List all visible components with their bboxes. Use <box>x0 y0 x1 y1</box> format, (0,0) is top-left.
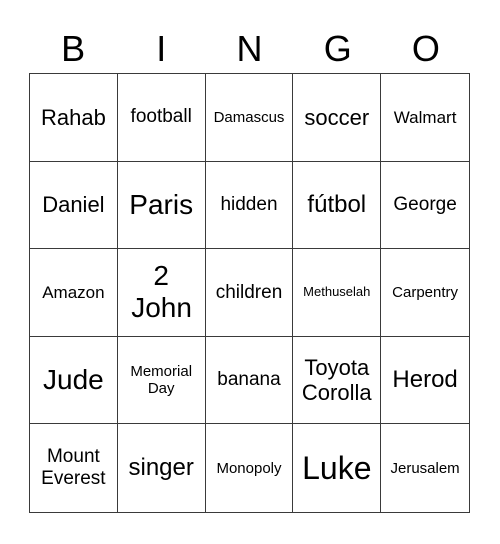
header-letter-n: N <box>236 28 263 69</box>
cell-text: Walmart <box>393 107 457 127</box>
bingo-cell[interactable]: Amazon <box>30 249 118 337</box>
cell-text: Rahab <box>40 104 106 130</box>
cell-text: Damascus <box>213 108 285 126</box>
bingo-cell[interactable]: Luke <box>293 424 382 512</box>
cell-text: Amazon <box>42 282 105 302</box>
cell-text: soccer <box>304 104 370 130</box>
bingo-cell[interactable]: Monopoly <box>206 424 294 512</box>
header-letter-g: G <box>323 28 352 69</box>
bingo-cell[interactable]: fútbol <box>293 161 382 250</box>
cell-text: Jerusalem <box>390 459 460 477</box>
bingo-cell[interactable]: banana <box>205 336 294 425</box>
bingo-cell[interactable]: Jerusalem <box>381 424 469 512</box>
cell-text: children <box>215 281 283 303</box>
bingo-cell[interactable]: Herod <box>381 337 469 425</box>
bingo-cell[interactable]: Mount Everest <box>30 424 118 512</box>
bingo-cell[interactable]: George <box>381 162 469 250</box>
bingo-cell[interactable]: soccer <box>293 74 382 162</box>
header-letter-i: I <box>156 28 167 69</box>
bingo-cell[interactable]: Damascus <box>205 74 294 162</box>
cell-text: Memorial Day <box>130 362 193 398</box>
bingo-cell[interactable]: Daniel <box>30 161 118 250</box>
cell-text: Daniel <box>42 192 105 218</box>
cell-text: Monopoly <box>216 459 282 477</box>
bingo-cell[interactable]: Carpentry <box>381 249 469 337</box>
bingo-header: B I N G O <box>29 26 470 72</box>
cell-text: Paris <box>129 188 194 220</box>
bingo-board: Rahab football Damascus soccer Walmart D… <box>29 73 470 513</box>
cell-text: football <box>130 106 192 128</box>
bingo-cell[interactable]: Rahab <box>30 74 118 162</box>
bingo-cell[interactable]: Methuselah <box>293 249 382 337</box>
cell-text: George <box>393 193 457 215</box>
bingo-cell[interactable]: singer <box>118 424 206 512</box>
bingo-cell[interactable]: Jude <box>30 336 118 425</box>
cell-text: Luke <box>302 449 372 486</box>
header-letter-o: O <box>411 28 440 69</box>
bingo-cell[interactable]: football <box>117 74 206 162</box>
cell-text: Jude <box>43 364 104 395</box>
cell-text: fútbol <box>307 191 367 219</box>
cell-text: Carpentry <box>392 283 459 301</box>
cell-text: Toyota Corolla <box>301 354 372 406</box>
cell-text: singer <box>128 454 194 482</box>
bingo-cell[interactable]: hidden <box>205 161 294 250</box>
cell-text: 2 John <box>131 260 192 324</box>
cell-text: Methuselah <box>303 284 371 300</box>
cell-text: Mount Everest <box>41 446 106 490</box>
bingo-cell[interactable]: children <box>205 249 294 337</box>
header-letter-b: B <box>61 28 86 69</box>
bingo-cell[interactable]: Toyota Corolla <box>293 336 382 425</box>
bingo-cell[interactable]: Walmart <box>381 74 469 162</box>
bingo-cell[interactable]: 2 John <box>117 249 206 337</box>
cell-text: banana <box>217 369 281 391</box>
cell-text: Herod <box>392 366 458 394</box>
bingo-cell[interactable]: Memorial Day <box>117 336 206 425</box>
cell-text: hidden <box>220 193 278 215</box>
bingo-cell[interactable]: Paris <box>117 161 206 250</box>
